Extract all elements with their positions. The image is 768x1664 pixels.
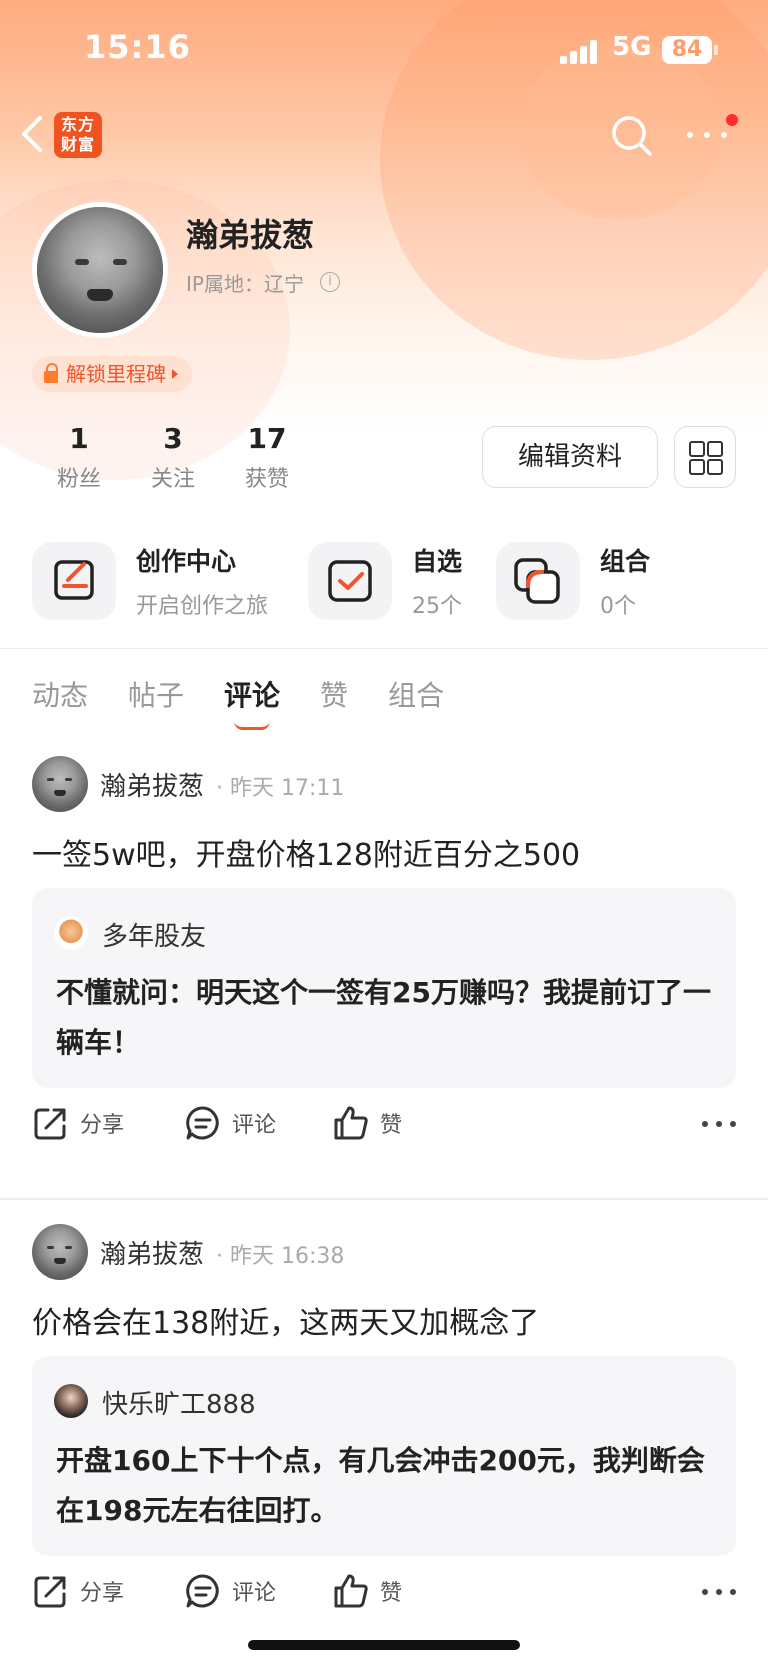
- portfolio-icon: [496, 542, 580, 620]
- network-type: 5G: [612, 32, 652, 62]
- comment-button[interactable]: 评论: [184, 1104, 276, 1142]
- profile-avatar[interactable]: [32, 202, 168, 338]
- post-time-text: 昨天 17:11: [230, 776, 345, 801]
- quote-text: 开盘160上下十个点，有几会冲击200元，我判断会在198元左右往回打。: [56, 1444, 705, 1527]
- ip-location: IP属地：辽宁: [186, 272, 304, 296]
- comment-icon: [186, 1106, 219, 1140]
- thumbs-up-icon: [334, 1106, 368, 1140]
- quote-text: 不懂就问：明天这个一签有25万赚吗？我提前订了一辆车！: [56, 976, 711, 1059]
- post-time: · 昨天 17:11: [216, 776, 345, 801]
- post-author-name[interactable]: 瀚弟拔葱: [100, 1234, 204, 1271]
- quoted-post[interactable]: 快乐旷工888 开盘160上下十个点，有几会冲击200元，我判断会在198元左右…: [32, 1356, 736, 1556]
- battery-icon: 84: [662, 36, 712, 64]
- feature-title: 自选: [412, 547, 463, 576]
- portfolio-entry[interactable]: 组合 0个: [496, 542, 650, 620]
- milestone-badge[interactable]: 解锁里程碑: [32, 356, 192, 392]
- tab-likes[interactable]: 赞: [320, 674, 348, 714]
- qr-code-icon-part: [689, 459, 705, 475]
- comment-button[interactable]: 评论: [184, 1572, 276, 1610]
- post-author-avatar[interactable]: [32, 756, 88, 812]
- qr-code-icon-part: [707, 459, 723, 475]
- stat-likes[interactable]: 17 获赞: [220, 422, 314, 493]
- status-time: 15:16: [84, 28, 191, 66]
- share-button[interactable]: 分享: [32, 1572, 124, 1610]
- tab-posts[interactable]: 帖子: [128, 674, 184, 714]
- post-text: 价格会在138附近，这两天又加概念了: [32, 1306, 540, 1341]
- tab-portfolio[interactable]: 组合: [388, 674, 444, 714]
- like-button[interactable]: 赞: [332, 1104, 402, 1142]
- stat-label: 关注: [150, 467, 195, 492]
- quoted-post[interactable]: 多年股友 不懂就问：明天这个一签有25万赚吗？我提前订了一辆车！: [32, 888, 736, 1088]
- post-author-name[interactable]: 瀚弟拔葱: [100, 766, 204, 803]
- stat-value: 17: [247, 422, 287, 455]
- stat-label: 获赞: [244, 467, 289, 492]
- comment-label: 评论: [232, 1581, 277, 1606]
- battery-tip: [714, 45, 718, 55]
- share-icon: [34, 1108, 66, 1140]
- quote-author-avatar: [54, 1384, 88, 1418]
- share-label: 分享: [80, 1581, 125, 1606]
- like-button[interactable]: 赞: [332, 1572, 402, 1610]
- share-icon: [34, 1576, 66, 1608]
- divider: [0, 648, 768, 649]
- post-text: 一签5w吧，开盘价格128附近百分之500: [32, 838, 581, 873]
- triangle-right-icon: [172, 369, 178, 379]
- status-bar: 15:16 5G 84: [0, 0, 768, 100]
- home-indicator[interactable]: [248, 1640, 520, 1650]
- milestone-label: 解锁里程碑: [66, 362, 166, 386]
- like-label: 赞: [380, 1581, 403, 1606]
- share-label: 分享: [80, 1113, 125, 1138]
- watchlist-entry[interactable]: 自选 25个: [308, 542, 462, 620]
- comment-label: 评论: [232, 1113, 277, 1138]
- quote-author-name: 快乐旷工888: [102, 1390, 256, 1420]
- watchlist-check-icon: [308, 542, 392, 620]
- feature-subtitle: 开启创作之旅: [136, 594, 269, 619]
- post-time: · 昨天 16:38: [216, 1244, 345, 1269]
- feature-subtitle: 25个: [412, 594, 462, 619]
- more-dots-icon[interactable]: [702, 1114, 736, 1134]
- stat-following[interactable]: 3 关注: [126, 422, 220, 493]
- notification-dot: [726, 114, 738, 126]
- thumbs-up-icon: [334, 1574, 368, 1608]
- quote-author-avatar: [54, 916, 88, 950]
- content-card: 创作中心 开启创作之旅 自选 25个 组合 0个 动态 帖子 评论 赞 组合 瀚…: [0, 524, 768, 1664]
- feature-title: 创作中心: [136, 547, 237, 576]
- creation-center-entry[interactable]: 创作中心 开启创作之旅: [32, 542, 268, 620]
- qr-code-icon-part: [707, 441, 723, 457]
- profile-stats: 1 粉丝 3 关注 17 获赞: [32, 422, 314, 493]
- eastmoney-logo[interactable]: 东方财富: [54, 112, 102, 158]
- post-author-avatar[interactable]: [32, 1224, 88, 1280]
- post-actions: 分享 评论 赞: [32, 1104, 736, 1148]
- stat-label: 粉丝: [56, 467, 101, 492]
- more-dots-icon[interactable]: [702, 1582, 736, 1602]
- edit-profile-button[interactable]: 编辑资料: [482, 426, 658, 488]
- stat-value: 1: [69, 422, 89, 455]
- feature-title: 组合: [600, 547, 651, 576]
- back-arrow-icon[interactable]: [18, 112, 50, 156]
- more-options-icon[interactable]: [682, 120, 732, 150]
- creation-center-icon: [32, 542, 116, 620]
- profile-username: 瀚弟拔葱: [186, 216, 315, 254]
- info-icon[interactable]: i: [320, 272, 340, 292]
- tab-comments[interactable]: 评论: [224, 674, 280, 730]
- post-time-text: 昨天 16:38: [230, 1244, 345, 1269]
- feature-subtitle: 0个: [600, 594, 636, 619]
- divider: [0, 1198, 768, 1200]
- stat-fans[interactable]: 1 粉丝: [32, 422, 126, 493]
- unlock-icon: [42, 363, 60, 385]
- stat-value: 3: [163, 422, 183, 455]
- tab-dynamics[interactable]: 动态: [32, 674, 88, 714]
- quote-author-name: 多年股友: [102, 922, 207, 952]
- qr-code-icon: [689, 441, 705, 457]
- comment-icon: [186, 1574, 219, 1608]
- share-button[interactable]: 分享: [32, 1104, 124, 1142]
- search-icon[interactable]: [610, 114, 654, 158]
- profile-tabs: 动态 帖子 评论 赞 组合: [32, 674, 444, 730]
- post-actions: 分享 评论 赞: [32, 1572, 736, 1616]
- like-label: 赞: [380, 1113, 403, 1138]
- qr-code-button[interactable]: [674, 426, 736, 488]
- signal-icon: [560, 40, 600, 64]
